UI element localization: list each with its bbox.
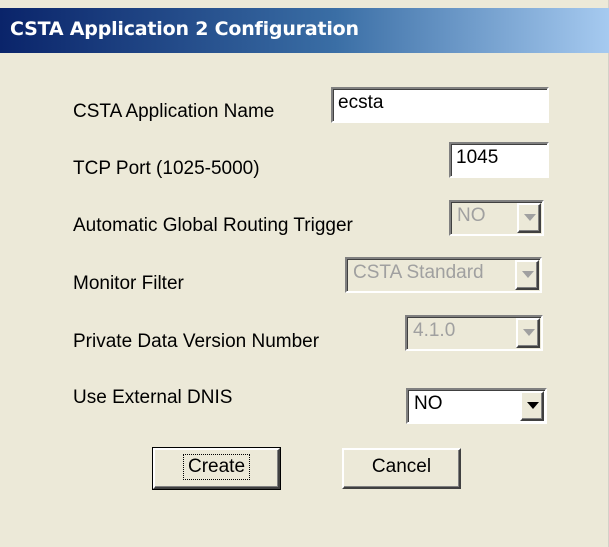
chevron-down-icon: [527, 402, 539, 409]
csta-config-dialog: CSTA Application 2 Configuration CSTA Ap…: [0, 0, 609, 547]
chevron-down-icon: [524, 214, 536, 221]
create-button-label: Create: [182, 454, 251, 480]
private-data-version-value: 4.1.0: [413, 320, 456, 341]
global-routing-select[interactable]: NO: [449, 200, 544, 236]
window-title: CSTA Application 2 Configuration: [10, 18, 359, 40]
private-data-version-select[interactable]: 4.1.0: [405, 315, 543, 351]
app-name-label: CSTA Application Name: [73, 101, 275, 122]
tcp-port-input[interactable]: 1045: [449, 142, 549, 178]
external-dnis-dropdown-button[interactable]: [520, 391, 544, 421]
monitor-filter-dropdown-button[interactable]: [515, 260, 539, 290]
external-dnis-select[interactable]: NO: [406, 388, 547, 424]
cancel-button-label: Cancel: [371, 456, 432, 477]
global-routing-value: NO: [457, 205, 486, 226]
chevron-down-icon: [522, 271, 534, 278]
cancel-button[interactable]: Cancel: [342, 448, 461, 489]
create-button[interactable]: Create: [152, 447, 281, 490]
global-routing-dropdown-button[interactable]: [517, 203, 541, 233]
chevron-down-icon: [523, 329, 535, 336]
monitor-filter-value: CSTA Standard: [353, 262, 484, 283]
app-name-input[interactable]: ecsta: [331, 87, 549, 123]
external-dnis-value: NO: [414, 393, 443, 414]
external-dnis-label: Use External DNIS: [73, 387, 233, 408]
global-routing-label: Automatic Global Routing Trigger: [73, 215, 353, 236]
monitor-filter-label: Monitor Filter: [73, 273, 184, 294]
monitor-filter-select[interactable]: CSTA Standard: [345, 257, 542, 293]
private-data-version-label: Private Data Version Number: [73, 331, 320, 352]
title-bar[interactable]: CSTA Application 2 Configuration: [0, 8, 609, 53]
private-data-version-dropdown-button[interactable]: [516, 318, 540, 348]
tcp-port-label: TCP Port (1025-5000): [73, 158, 260, 179]
